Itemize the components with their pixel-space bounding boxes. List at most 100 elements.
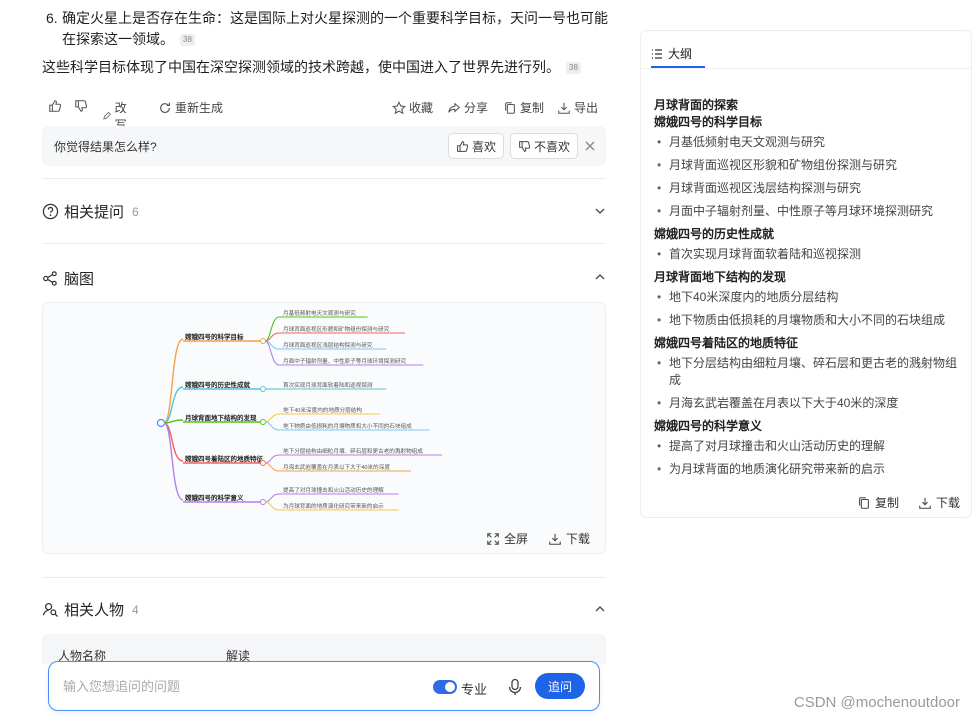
outline-download-button[interactable]: 下载: [918, 494, 960, 511]
mindmap-child-link: [264, 454, 280, 464]
copy-button[interactable]: 复制: [503, 99, 544, 116]
outline-heading[interactable]: 嫦娥四号的历史性成就: [654, 226, 960, 243]
mindmap-header[interactable]: 脑图: [42, 268, 94, 289]
regenerate-label: 重新生成: [175, 101, 224, 115]
download-label: 下载: [566, 532, 591, 546]
divider: [42, 243, 606, 244]
collect-button[interactable]: 收藏: [392, 99, 433, 116]
dislike-label: 不喜欢: [534, 139, 571, 154]
share-button[interactable]: 分享: [447, 99, 488, 116]
mindmap-child-link: [264, 462, 280, 472]
mindmap-branch-joint: [260, 386, 266, 392]
divider: [42, 178, 606, 179]
outline-bullet[interactable]: 地下分层结构由细粒月壤、碎石层和更古老的溅射物组成: [654, 355, 960, 389]
chevron-down-icon[interactable]: [594, 205, 606, 217]
mindmap-branch-node[interactable]: 月球背面地下结构的发现: [184, 413, 257, 422]
mindmap-child-node[interactable]: 月面中子辐射剂量、中性原子等月球环境探测研究: [283, 357, 406, 365]
thumbs-down-icon: [75, 100, 88, 112]
export-label: 导出: [574, 101, 599, 115]
thumbs-down-icon: [519, 140, 531, 152]
microphone-icon[interactable]: [507, 678, 523, 696]
download-icon: [919, 497, 931, 509]
outline-bullet[interactable]: 月海玄武岩覆盖在月表以下大于40米的深度: [654, 395, 960, 412]
mindmap-child-node[interactable]: 月球背面巡视区形貌和矿物组份探测与研究: [283, 325, 390, 333]
mindmap-branch-node[interactable]: 嫦娥四号的科学意义: [185, 493, 244, 502]
outline-bullet[interactable]: 为月球背面的地质演化研究带来新的启示: [654, 461, 960, 478]
follow-up-input[interactable]: [63, 676, 403, 696]
pro-mode-toggle[interactable]: [433, 680, 457, 694]
mindmap-child-node[interactable]: 月海玄武岩覆盖在月表以下大于40米的深度: [283, 463, 390, 471]
like-label: 喜欢: [472, 139, 497, 154]
related-people-header[interactable]: 相关人物 4: [42, 599, 139, 620]
mindmap-branch-node[interactable]: 嫦娥四号着陆区的地质特征: [185, 454, 264, 463]
thumbs-down-button[interactable]: [74, 99, 88, 113]
export-button[interactable]: 导出: [557, 99, 598, 116]
thumbs-up-button[interactable]: [48, 99, 62, 113]
outline-bullet[interactable]: 地下物质由低损耗的月壤物质和大小不同的石块组成: [654, 312, 960, 329]
list-item-number: 6.: [46, 10, 58, 26]
divider: [641, 68, 971, 69]
mindmap-child-node[interactable]: 地下分层结构由细粒月壤、碎石层和更古老的溅射物组成: [283, 447, 423, 455]
mindmap-branch-node[interactable]: 嫦娥四号的科学目标: [185, 332, 244, 341]
mindmap-child-node[interactable]: 月基低频射电天文观测与研究: [283, 309, 356, 317]
outline-tab-label: 大纲: [668, 47, 693, 61]
mindmap-child-link: [264, 421, 280, 431]
outline-heading[interactable]: 月球背面地下结构的发现: [654, 269, 960, 286]
copy-icon: [859, 496, 869, 509]
outline-heading[interactable]: 嫦娥四号着陆区的地质特征: [654, 335, 960, 352]
refresh-icon: [160, 102, 170, 113]
dislike-button[interactable]: 不喜欢: [510, 133, 579, 159]
outline-heading[interactable]: 嫦娥四号的科学目标: [654, 114, 960, 131]
pencil-icon: [103, 111, 111, 120]
outline-list: 月球背面的探索嫦娥四号的科学目标月基低频射电天文观测与研究月球背面巡视区形貌和矿…: [654, 97, 960, 484]
regenerate-button[interactable]: 重新生成: [158, 99, 223, 116]
fullscreen-icon: [487, 532, 499, 545]
outline-bullet[interactable]: 月球背面巡视区浅层结构探测与研究: [654, 180, 960, 197]
reference-marker[interactable]: 38: [180, 34, 195, 47]
close-icon[interactable]: [584, 140, 596, 152]
mindmap-root-node[interactable]: [156, 418, 166, 428]
feedback-question: 你觉得结果怎么样?: [54, 140, 157, 154]
mindmap-child-node[interactable]: 地下40米深度内的地质分层结构: [283, 406, 362, 414]
mindmap-child-link: [264, 493, 280, 503]
mindmap-child-node[interactable]: 地下物质由低损耗的月壤物质和大小不同的石块组成: [283, 422, 412, 430]
outline-bullet[interactable]: 月面中子辐射剂量、中性原子等月球环境探测研究: [654, 203, 960, 220]
mindmap-child-link: [264, 501, 280, 511]
mindmap-child-link: [264, 316, 280, 342]
outline-heading[interactable]: 嫦娥四号的科学意义: [654, 418, 960, 435]
mindmap-canvas[interactable]: 嫦娥四号的科学目标 月基低频射电天文观测与研究月球背面巡视区形貌和矿物组份探测与研…: [42, 302, 606, 554]
follow-up-box: 专业 追问: [48, 661, 600, 711]
outline-tab[interactable]: 大纲: [651, 45, 692, 62]
related-people-count: 4: [132, 602, 139, 617]
like-button[interactable]: 喜欢: [448, 133, 505, 159]
mindmap-branch-node[interactable]: 嫦娥四号的历史性成就: [185, 380, 251, 389]
outline-heading[interactable]: 月球背面的探索: [654, 97, 960, 114]
outline-panel: 大纲 月球背面的探索嫦娥四号的科学目标月基低频射电天文观测与研究月球背面巡视区形…: [640, 30, 972, 518]
reference-marker[interactable]: 38: [566, 62, 581, 75]
mindmap-child-node[interactable]: 为月球背面的地质演化研究带来新的启示: [283, 502, 384, 510]
fullscreen-button[interactable]: 全屏: [486, 530, 528, 547]
outline-bullet[interactable]: 月基低频射电天文观测与研究: [654, 134, 960, 151]
related-questions-header[interactable]: 相关提问 6: [42, 201, 139, 222]
mindmap-child-node[interactable]: 月球背面巡视区浅层结构探测与研究: [283, 341, 373, 349]
mindmap-download-button[interactable]: 下载: [548, 530, 590, 547]
list-icon: [652, 48, 662, 59]
chevron-up-icon[interactable]: [594, 271, 606, 283]
ask-button[interactable]: 追问: [535, 673, 585, 699]
people-table-header: 人物名称 解读: [42, 634, 606, 664]
outline-bullet[interactable]: 月球背面巡视区形貌和矿物组份探测与研究: [654, 157, 960, 174]
mindmap-child-node[interactable]: 首次实现月球背面软着陆和巡视探测: [283, 381, 373, 389]
mindmap-child-link: [264, 413, 280, 423]
related-people-title: 相关人物: [64, 602, 125, 619]
outline-bullet[interactable]: 提高了对月球撞击和火山活动历史的理解: [654, 438, 960, 455]
mindmap-branch-joint: [260, 460, 266, 466]
fullscreen-label: 全屏: [504, 532, 529, 546]
outline-bullet[interactable]: 首次实现月球背面软着陆和巡视探测: [654, 246, 960, 263]
share-label: 分享: [464, 101, 489, 115]
mindmap-icon: [43, 271, 57, 286]
outline-copy-button[interactable]: 复制: [857, 494, 899, 511]
mindmap-child-node[interactable]: 提高了对月球撞击和火山活动历史的理解: [283, 486, 384, 494]
outline-copy-label: 复制: [875, 496, 900, 510]
outline-bullet[interactable]: 地下40米深度内的地质分层结构: [654, 289, 960, 306]
chevron-up-icon[interactable]: [594, 603, 606, 615]
